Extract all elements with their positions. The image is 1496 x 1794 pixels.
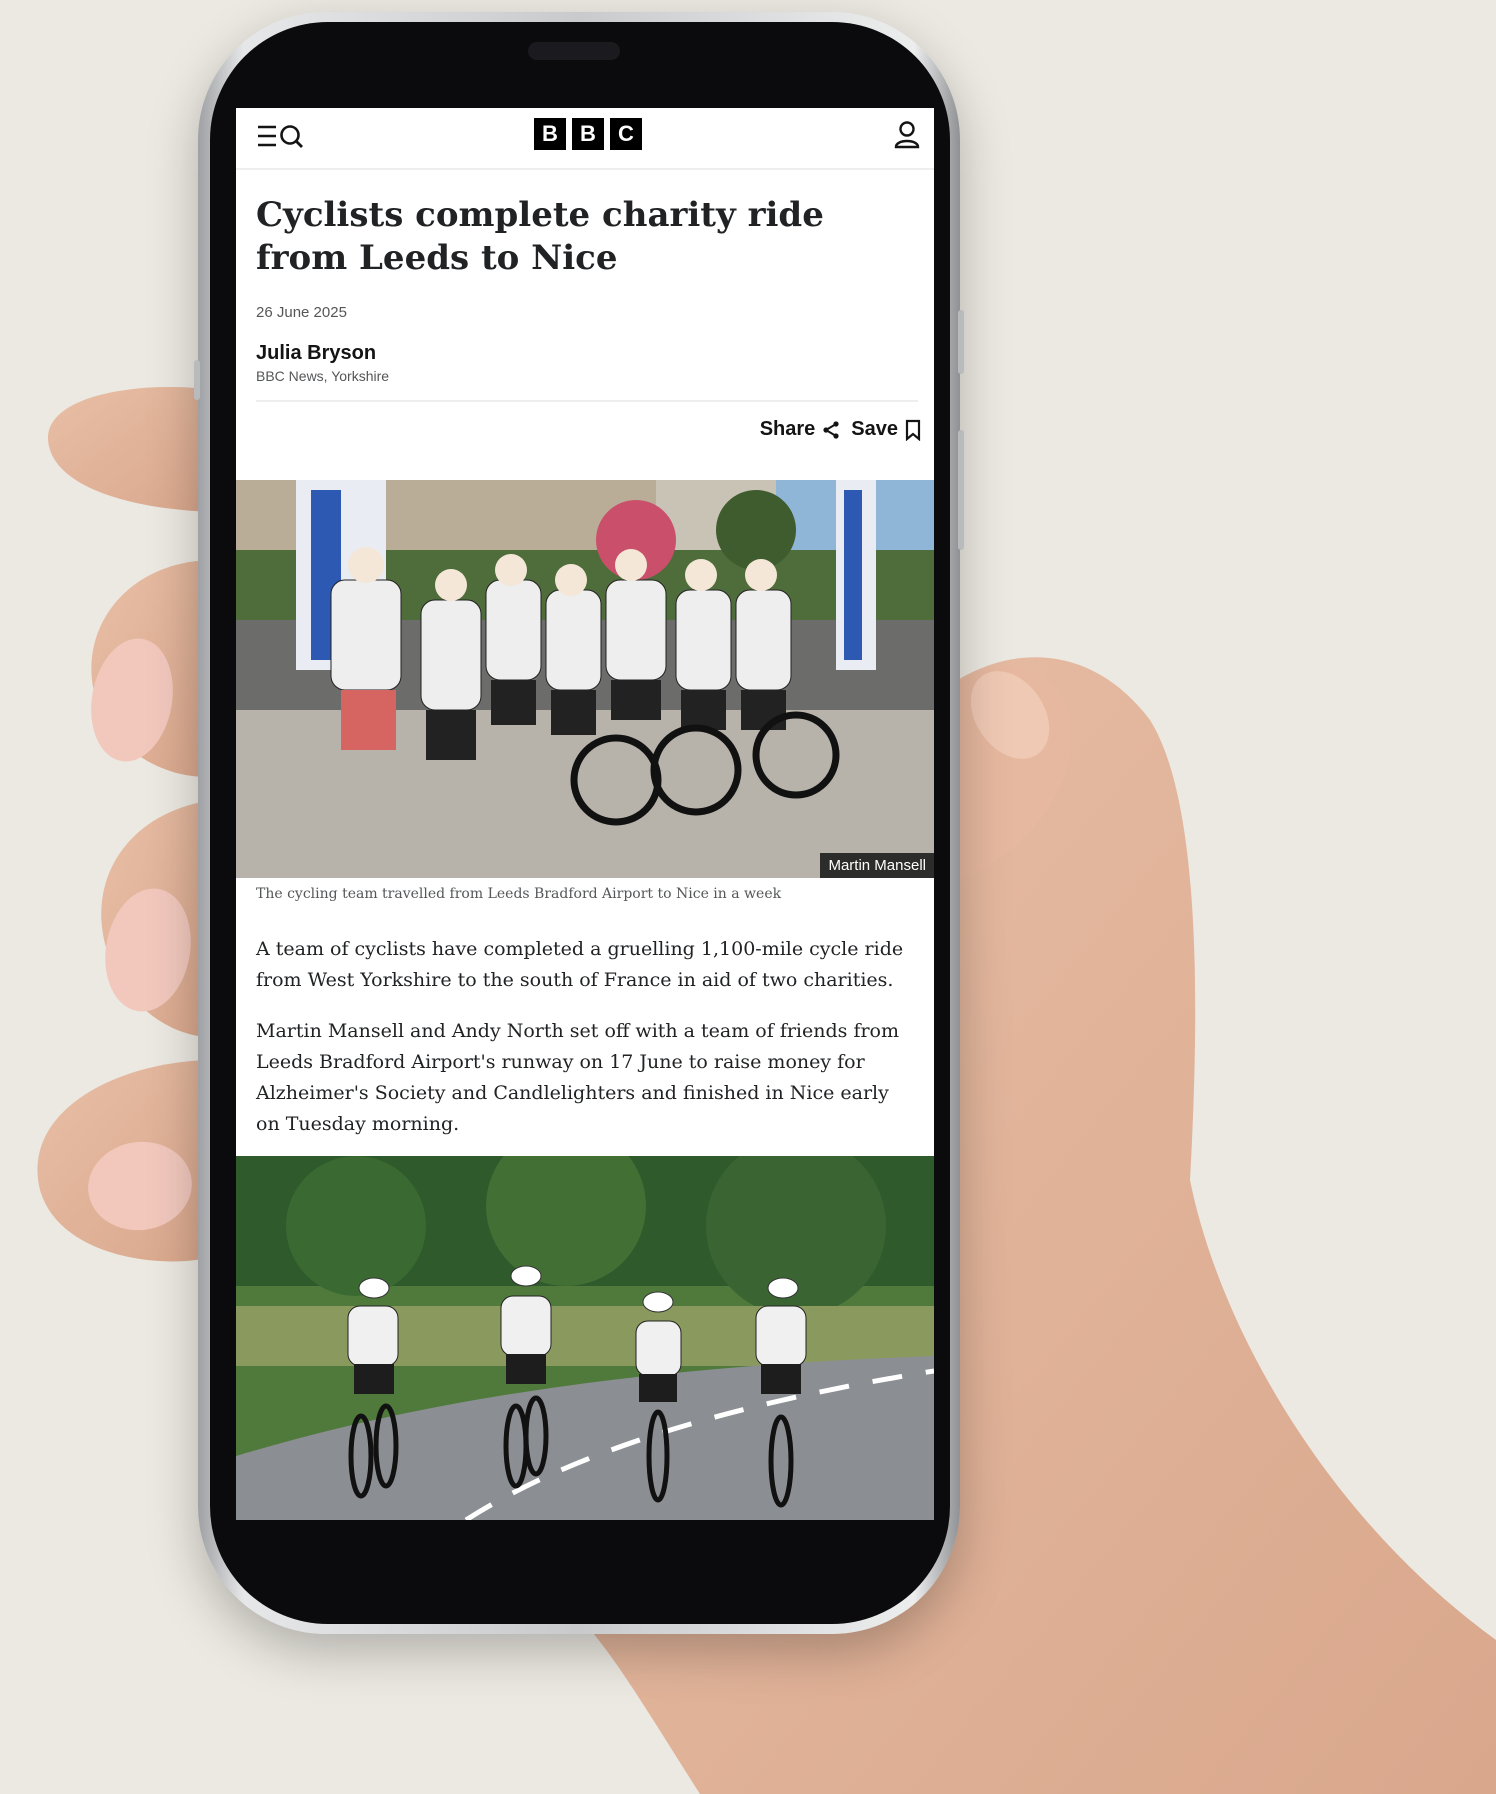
save-button[interactable]: Save — [851, 418, 922, 441]
photo-image — [236, 480, 934, 878]
photo-image — [236, 1156, 934, 1520]
phone-side-button — [194, 360, 200, 400]
article-headline: Cyclists complete charity ride from Leed… — [256, 195, 824, 278]
article-actions: Share Save — [760, 418, 922, 441]
account-icon[interactable] — [892, 120, 922, 150]
author-role: BBC News, Yorkshire — [256, 368, 390, 384]
phone-screen: B B C Cyclists complete charity ride fro… — [236, 108, 934, 1520]
phone-chin — [236, 1520, 934, 1540]
share-label: Share — [759, 418, 816, 440]
bookmark-icon — [905, 419, 921, 441]
photo-credit: Martin Mansell — [820, 853, 934, 878]
save-label: Save — [851, 418, 898, 440]
bbc-logo[interactable]: B B C — [534, 118, 642, 150]
article-paragraph: A team of cyclists have completed a grue… — [256, 938, 904, 991]
logo-letter: B — [534, 118, 566, 150]
photo-caption: The cycling team travelled from Leeds Br… — [256, 886, 782, 902]
divider — [256, 400, 918, 402]
author-name[interactable]: Julia Bryson — [256, 342, 376, 365]
phone-side-button — [958, 310, 964, 374]
article-photo-team[interactable]: Martin Mansell — [236, 480, 934, 878]
logo-letter: B — [572, 118, 604, 150]
scene: B B C Cyclists complete charity ride fro… — [0, 0, 1496, 1794]
article-date: 26 June 2025 — [256, 304, 347, 321]
share-button[interactable]: Share — [760, 418, 842, 441]
menu-search-icon[interactable] — [256, 122, 306, 152]
phone-speaker — [528, 42, 620, 60]
phone-side-button — [958, 430, 964, 550]
article-paragraph: Martin Mansell and Andy North set off wi… — [256, 1020, 900, 1135]
bbc-header: B B C — [236, 108, 934, 170]
logo-letter: C — [610, 118, 642, 150]
article-photo-riders[interactable] — [236, 1156, 934, 1520]
share-icon — [823, 420, 839, 439]
